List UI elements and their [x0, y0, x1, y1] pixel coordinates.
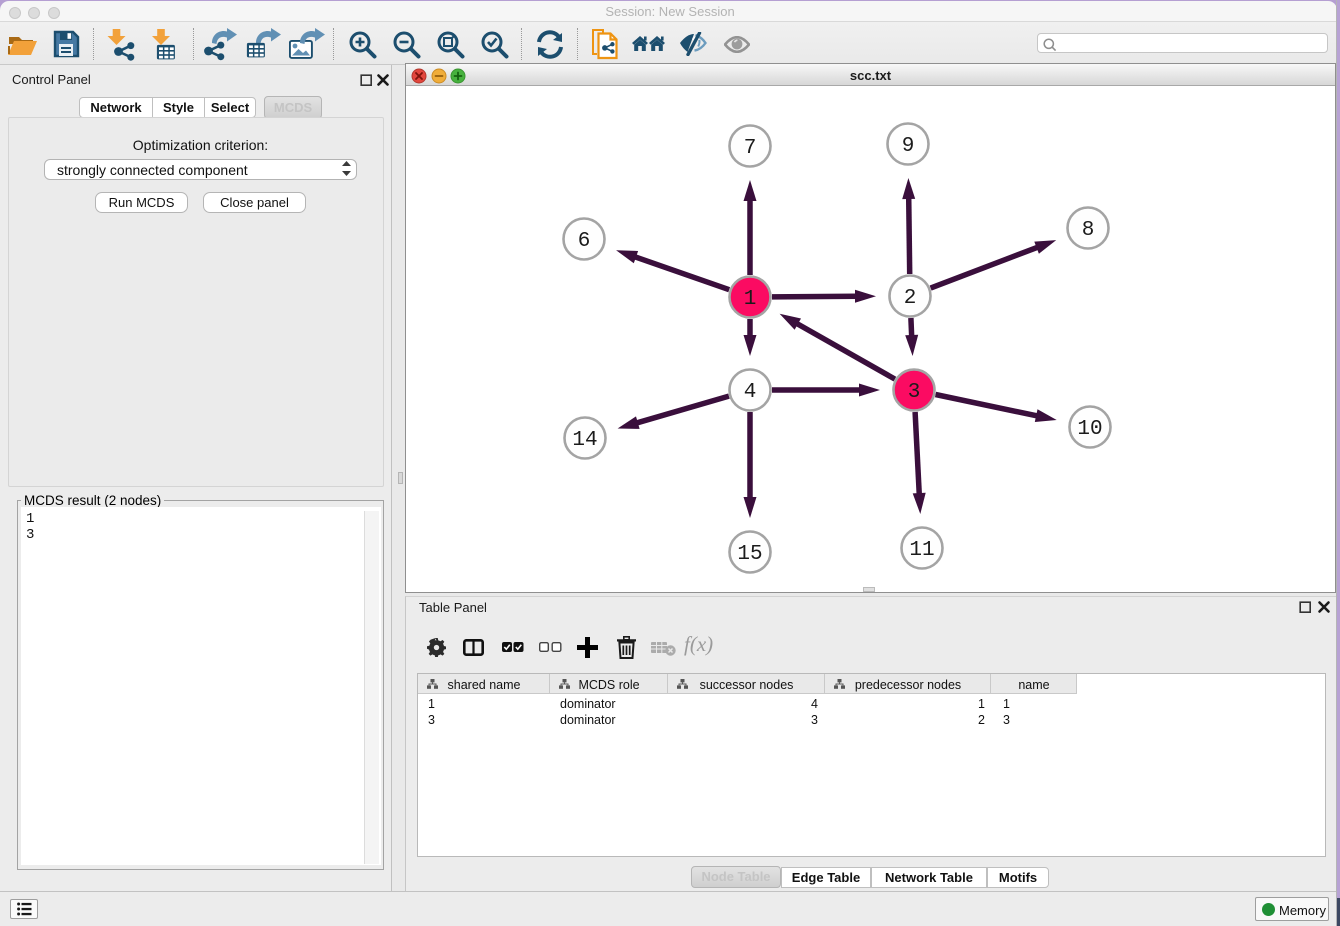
svg-text:14: 14 [572, 429, 597, 452]
svg-text:3: 3 [908, 381, 921, 404]
svg-text:11: 11 [909, 539, 934, 562]
svg-text:2: 2 [904, 287, 917, 310]
svg-text:9: 9 [902, 135, 915, 158]
svg-text:6: 6 [578, 230, 591, 253]
svg-text:7: 7 [744, 137, 757, 160]
svg-text:1: 1 [744, 288, 757, 311]
svg-text:10: 10 [1077, 418, 1102, 441]
svg-text:8: 8 [1082, 219, 1095, 242]
svg-text:4: 4 [744, 381, 757, 404]
svg-text:15: 15 [737, 543, 762, 566]
